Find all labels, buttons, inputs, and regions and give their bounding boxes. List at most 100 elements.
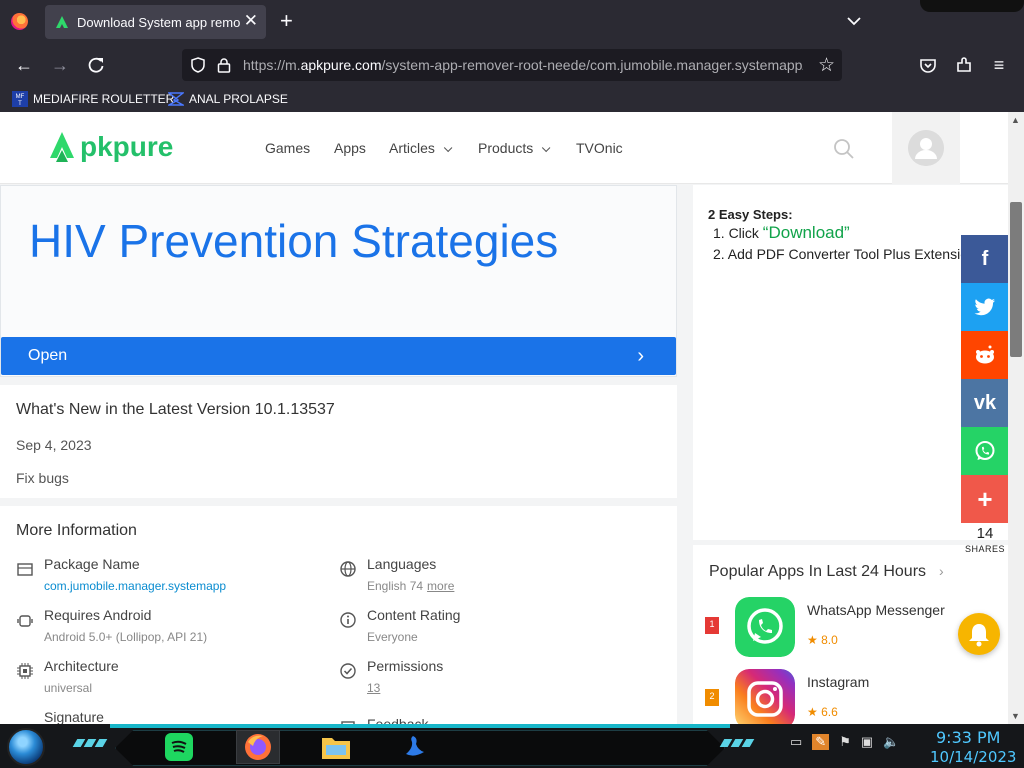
extensions-icon[interactable] bbox=[954, 55, 974, 75]
ad-open-button[interactable]: Open › bbox=[1, 337, 676, 375]
nav-tvonic[interactable]: TVOnic bbox=[576, 140, 623, 156]
lock-icon[interactable] bbox=[217, 57, 231, 73]
rank-badge: 2 bbox=[705, 689, 719, 706]
bookmark-star-icon[interactable]: ☆ bbox=[818, 54, 835, 77]
info-package-name: Package Name com.jumobile.manager.system… bbox=[16, 556, 316, 600]
browser-tab-bar: Download System app remover (root needed… bbox=[0, 0, 1024, 44]
languages-more-link[interactable]: more bbox=[427, 579, 454, 593]
step-two: 2. Add PDF Converter Tool Plus Extension bbox=[713, 246, 976, 262]
bookmark-second[interactable]: ANAL PROLAPSE bbox=[168, 90, 288, 108]
system-tray: ▭ ✎ ⚑ ▣ 🔈 bbox=[790, 734, 899, 750]
clock-time[interactable]: 9:33 PM bbox=[936, 728, 1000, 747]
url-text[interactable]: https://m.apkpure.com/system-app-remover… bbox=[243, 57, 803, 73]
taskbar-app-file-explorer[interactable] bbox=[314, 730, 358, 764]
popular-apps-title[interactable]: Popular Apps In Last 24 Hours bbox=[709, 563, 926, 581]
network-icon[interactable]: ▣ bbox=[861, 734, 873, 750]
info-signature: Signature bbox=[44, 709, 104, 724]
firefox-icon[interactable] bbox=[11, 13, 28, 30]
pocket-icon[interactable] bbox=[918, 55, 938, 75]
share-count: 14 bbox=[976, 525, 994, 542]
folder-icon bbox=[322, 738, 350, 759]
taskbar-app-spotify[interactable] bbox=[157, 730, 201, 764]
nav-products[interactable]: Products bbox=[478, 140, 551, 156]
info-icon bbox=[340, 612, 356, 628]
app-name: Instagram bbox=[807, 674, 870, 690]
apkpure-favicon-icon bbox=[56, 16, 68, 28]
app-name: WhatsApp Messenger bbox=[807, 602, 945, 618]
reload-icon[interactable] bbox=[86, 55, 106, 75]
apkpure-logo[interactable]: pkpure bbox=[48, 128, 213, 168]
taskbar-app-swan[interactable] bbox=[393, 730, 437, 764]
nav-games[interactable]: Games bbox=[265, 140, 310, 156]
site-header: pkpure Games Apps Articles Products TVOn… bbox=[0, 112, 1008, 184]
chevron-right-icon: › bbox=[637, 345, 644, 367]
whats-new-title: What's New in the Latest Version 10.1.13… bbox=[16, 401, 335, 418]
window-decoration bbox=[920, 0, 1024, 12]
tab-close-icon[interactable]: ✕ bbox=[244, 12, 258, 30]
show-hidden-icons-icon[interactable]: ▭ bbox=[790, 734, 802, 750]
facebook-icon: f bbox=[981, 247, 989, 270]
vk-share-button[interactable]: vk bbox=[961, 379, 1009, 427]
download-link[interactable]: “Download” bbox=[763, 223, 850, 242]
clock-date[interactable]: 10/14/2023 bbox=[930, 748, 1016, 766]
web-page: pkpure Games Apps Articles Products TVOn… bbox=[0, 112, 1008, 724]
info-feedback: Feedback bbox=[339, 716, 639, 724]
info-permissions: Permissions 13 bbox=[339, 658, 639, 702]
twitter-icon bbox=[974, 298, 995, 316]
chevron-down-icon bbox=[443, 143, 453, 153]
globe-icon bbox=[340, 561, 356, 577]
menu-icon[interactable]: ≡ bbox=[989, 55, 1009, 75]
info-languages: Languages English 74 more bbox=[339, 556, 639, 600]
scroll-up-arrow-icon[interactable]: ▲ bbox=[1011, 115, 1020, 125]
ad-headline[interactable]: HIV Prevention Strategies bbox=[29, 214, 558, 268]
user-account-button[interactable] bbox=[892, 112, 960, 184]
taskbar-app-firefox[interactable] bbox=[236, 730, 280, 764]
list-item[interactable]: 2 Instagram ★ 6.6 bbox=[705, 669, 1005, 724]
action-center-flag-icon[interactable]: ⚑ bbox=[839, 734, 851, 750]
scrollbar-thumb[interactable] bbox=[1010, 202, 1022, 357]
start-button[interactable] bbox=[7, 728, 45, 766]
info-requires-android: Requires Android Android 5.0+ (Lollipop,… bbox=[16, 607, 316, 651]
instagram-icon bbox=[735, 669, 795, 724]
bell-icon bbox=[969, 624, 989, 647]
new-tab-button[interactable]: + bbox=[280, 9, 293, 33]
tray-app-icon[interactable]: ✎ bbox=[812, 734, 830, 750]
info-architecture: Architecture universal bbox=[16, 658, 316, 702]
share-label: SHARES bbox=[964, 544, 1005, 554]
share-bar: f vk + bbox=[961, 235, 1009, 523]
volume-icon[interactable]: 🔈 bbox=[883, 734, 899, 750]
reddit-share-button[interactable] bbox=[961, 331, 1009, 379]
swan-app-icon bbox=[406, 736, 424, 756]
more-information-title: More Information bbox=[16, 522, 137, 539]
steps-title: 2 Easy Steps: bbox=[708, 207, 793, 222]
whatsapp-icon bbox=[975, 441, 995, 460]
page-scrollbar[interactable]: ▲ ▼ bbox=[1008, 112, 1024, 724]
svg-text:MF: MF bbox=[16, 94, 25, 100]
bookmarks-toolbar: MF T MEDIAFIRE ROULETTER ANAL PROLAPSE bbox=[0, 86, 1024, 112]
facebook-share-button[interactable]: f bbox=[961, 235, 1009, 283]
nav-articles[interactable]: Articles bbox=[389, 140, 453, 156]
tracking-protection-icon[interactable] bbox=[190, 57, 206, 73]
nav-apps[interactable]: Apps bbox=[334, 140, 366, 156]
search-icon[interactable] bbox=[833, 138, 855, 160]
forward-icon[interactable]: → bbox=[50, 55, 70, 75]
browser-tab[interactable]: Download System app remover (root needed… bbox=[45, 5, 266, 39]
chevron-right-icon[interactable]: › bbox=[939, 563, 944, 579]
address-bar[interactable]: https://m.apkpure.com/system-app-remover… bbox=[182, 49, 842, 81]
bookmark-mediafire[interactable]: MF T MEDIAFIRE ROULETTER bbox=[12, 90, 174, 108]
chip-icon bbox=[17, 663, 33, 679]
app-rating: ★ 6.6 bbox=[807, 705, 838, 719]
whatsapp-share-button[interactable] bbox=[961, 427, 1009, 475]
list-all-tabs-icon[interactable] bbox=[846, 12, 862, 30]
reddit-icon bbox=[976, 345, 994, 364]
whats-new-body: Fix bugs bbox=[16, 470, 69, 486]
notification-bell-button[interactable] bbox=[958, 613, 1000, 655]
tab-title: Download System app remover (root needed… bbox=[77, 15, 240, 30]
back-icon[interactable]: ← bbox=[14, 55, 34, 75]
more-share-button[interactable]: + bbox=[961, 475, 1009, 523]
browser-nav-bar: ← → https://m.apkpure.com/system-app-rem… bbox=[0, 44, 1024, 86]
twitter-share-button[interactable] bbox=[961, 283, 1009, 331]
check-circle-icon bbox=[340, 663, 356, 679]
scroll-down-arrow-icon[interactable]: ▼ bbox=[1011, 711, 1020, 721]
plus-icon: + bbox=[977, 483, 993, 514]
